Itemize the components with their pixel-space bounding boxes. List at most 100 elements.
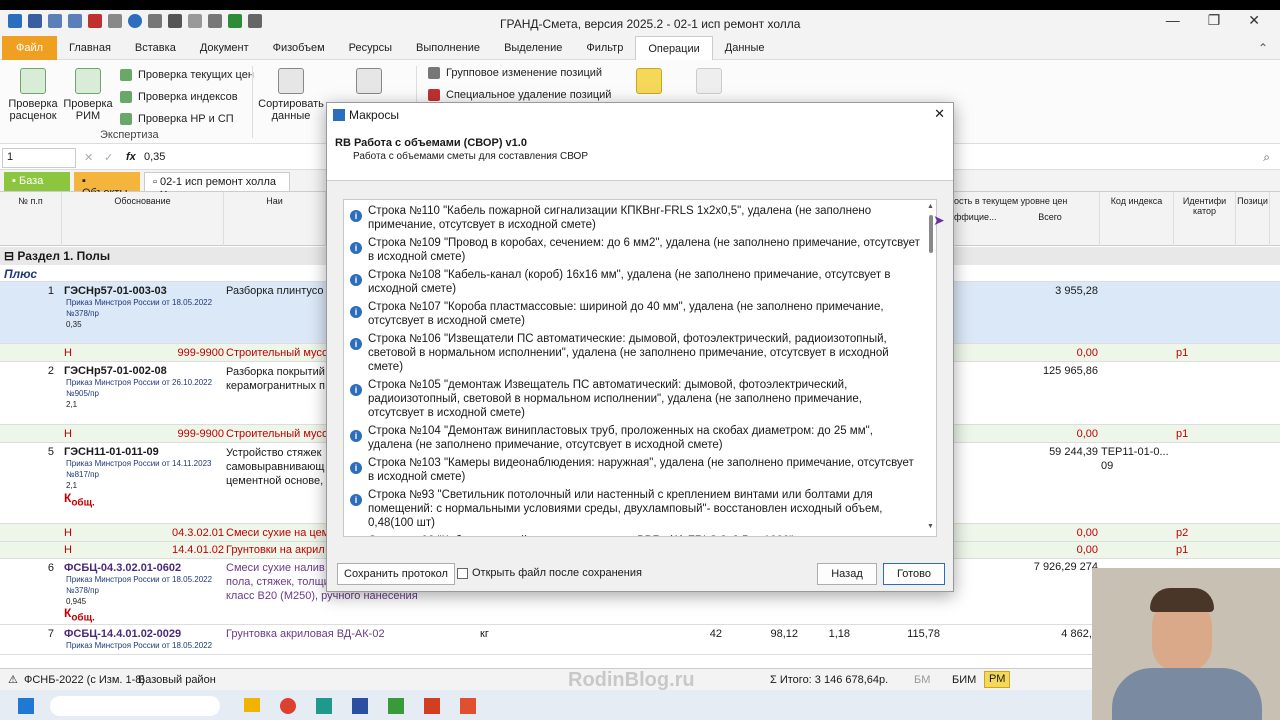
undo-icon[interactable] — [48, 14, 62, 28]
sort-data-button[interactable]: Сортировать данные — [258, 68, 324, 122]
group-change-button[interactable]: Групповое изменение позиций — [428, 62, 611, 84]
tool-icon[interactable] — [108, 14, 122, 28]
collapse-icon[interactable]: ⊟ — [4, 249, 17, 263]
tab-operations[interactable]: Операции — [635, 35, 713, 60]
windows-start-icon[interactable] — [18, 698, 34, 714]
back-icon[interactable] — [128, 14, 142, 28]
tab-filter[interactable]: Фильтр — [574, 36, 635, 60]
total-label: Σ Итого: 3 146 678,64р. — [770, 674, 889, 686]
calc-icon[interactable] — [188, 14, 202, 28]
checkbox-box[interactable] — [457, 567, 468, 579]
list-item[interactable]: i Строка №104 "Демонтаж винипластовых тру… — [348, 424, 920, 452]
app-icon[interactable] — [316, 698, 332, 714]
cell-reference-input[interactable]: 1 — [2, 148, 76, 168]
tab-selection[interactable]: Выделение — [492, 36, 574, 60]
col-num[interactable]: № п.п — [0, 192, 62, 246]
app-icon[interactable] — [424, 698, 440, 714]
table-row[interactable]: 7 ФСБЦ-14.4.01.02-0029 Приказ Минстроя Р… — [0, 625, 1280, 655]
taskbar-search-input[interactable] — [50, 696, 220, 716]
list-item[interactable]: iСтрока №92 "Кабель силовой с медными жи… — [348, 534, 920, 536]
check-current-prices-button[interactable]: Проверка текущих цен — [120, 64, 254, 86]
sort-icon — [278, 68, 304, 94]
sort-icon[interactable] — [148, 14, 162, 28]
tab-execution[interactable]: Выполнение — [404, 36, 492, 60]
macro-description: Работа с объемами сметы для составления … — [353, 151, 589, 162]
export-icon[interactable] — [228, 14, 242, 28]
app-icon[interactable] — [460, 698, 476, 714]
warning-icon: ⚠ — [8, 674, 18, 686]
tab-objects[interactable]: ▪ Объекты — [74, 172, 140, 199]
disabled-tool-button[interactable] — [696, 68, 722, 98]
tab-insert[interactable]: Вставка — [123, 36, 188, 60]
save-protocol-button[interactable]: Сохранить протокол — [337, 563, 455, 585]
bm-toggle[interactable]: БМ — [914, 674, 930, 686]
macros-dialog: Макросы ✕ RB Работа с объемами (СВОР) v1… — [326, 102, 954, 592]
search-icon[interactable]: ⌕ — [1263, 150, 1270, 165]
app-icon[interactable] — [352, 698, 368, 714]
list-item-text: Строка №108 "Кабель-канал (короб) 16х16 … — [368, 269, 891, 295]
macros-button[interactable] — [636, 68, 662, 98]
app-icon[interactable] — [388, 698, 404, 714]
tab-document[interactable]: Документ — [188, 36, 261, 60]
save-icon[interactable] — [28, 14, 42, 28]
search-icon[interactable] — [88, 14, 102, 28]
maximize-icon[interactable]: ❐ — [1208, 12, 1221, 29]
scroll-up-icon[interactable]: ▲ — [927, 203, 934, 210]
check-indexes-button[interactable]: Проверка индексов — [120, 86, 254, 108]
numbering-button[interactable] — [356, 68, 382, 98]
col-coef[interactable]: ффициe... — [954, 212, 1000, 222]
info-icon: i — [350, 494, 362, 506]
norm-base-label[interactable]: ФСНБ-2022 (с Изм. 1-8) — [24, 674, 145, 686]
scrollbar[interactable]: ▲ ▼ — [925, 199, 937, 537]
divider — [252, 66, 253, 138]
browser-icon[interactable] — [280, 698, 296, 714]
tab-data[interactable]: Данные — [713, 36, 777, 60]
grid-icon[interactable] — [208, 14, 222, 28]
col-name[interactable]: Наи — [224, 192, 326, 246]
region-label[interactable]: Базовый район — [138, 674, 216, 686]
check-rates-button[interactable]: Проверка расценок — [8, 68, 58, 122]
col-position[interactable]: Позици — [1236, 192, 1270, 246]
tab-document[interactable]: ▫ 02-1 исп ремонт холла ✕ — [144, 172, 290, 201]
check-rim-button[interactable]: Проверка РИМ — [62, 68, 114, 122]
bim-toggle[interactable]: БИМ — [952, 674, 976, 686]
check-nr-sp-button[interactable]: Проверка НР и СП — [120, 108, 254, 130]
dialog-header: RB Работа с объемами (СВОР) v1.0 Работа … — [327, 127, 953, 181]
close-icon[interactable]: ✕ — [934, 106, 945, 122]
list-item[interactable]: i Строка №107 "Короба пластмассовые: шири… — [348, 300, 920, 328]
col-index-code[interactable]: Код индекса — [1100, 192, 1174, 246]
tab-file[interactable]: Файл — [2, 35, 58, 60]
watermark: RodinBlog.ru — [568, 669, 695, 691]
col-total[interactable]: Всего — [1000, 212, 1100, 222]
tab-base[interactable]: ▪ База — [4, 172, 70, 191]
col-identifier[interactable]: Идентифи катор — [1174, 192, 1236, 246]
list-item[interactable]: i Строка №103 "Камеры видеонаблюдения: на… — [348, 456, 920, 484]
document-icon: ▫ — [153, 176, 160, 188]
protocol-list[interactable]: i Строка №110 "Кабель пожарной сигнализац… — [343, 199, 937, 537]
filter-icon[interactable] — [168, 14, 182, 28]
list-item[interactable]: i Строка №109 "Провод в коробах, сечением… — [348, 236, 920, 264]
open-after-save-checkbox[interactable]: Открыть файл после сохранения — [457, 567, 642, 579]
delete-icon — [428, 89, 440, 101]
list-item[interactable]: i Строка №108 "Кабель-канал (короб) 16х16… — [348, 268, 920, 296]
formula-input[interactable]: 0,35 — [144, 151, 165, 163]
app-icon — [8, 14, 22, 28]
col-basis[interactable]: Обоснование — [62, 192, 224, 246]
redo-icon[interactable] — [68, 14, 82, 28]
list-item[interactable]: i Строка №106 "Извещатели ПС автоматическ… — [348, 332, 920, 374]
close-icon[interactable]: ✕ — [1248, 12, 1260, 29]
list-item[interactable]: i Строка №105 "демонтаж Извещатель ПС авт… — [348, 378, 920, 420]
list-item[interactable]: i Строка №93 "Светильник потолочный или н… — [348, 488, 920, 530]
tab-volume[interactable]: Физобъем — [261, 36, 337, 60]
collapse-ribbon-icon[interactable]: ⌃ — [1258, 41, 1268, 55]
done-button[interactable]: Готово — [883, 563, 945, 585]
list-item[interactable]: i Строка №110 "Кабель пожарной сигнализац… — [348, 204, 920, 232]
tab-home[interactable]: Главная — [57, 36, 123, 60]
tab-resources[interactable]: Ресурсы — [337, 36, 404, 60]
print-icon[interactable] — [248, 14, 262, 28]
explorer-icon[interactable] — [244, 698, 260, 712]
rm-toggle[interactable]: РМ — [984, 671, 1011, 688]
scroll-down-icon[interactable]: ▼ — [927, 523, 934, 530]
minimize-icon[interactable]: — — [1166, 12, 1180, 29]
back-button[interactable]: Назад — [817, 563, 877, 585]
